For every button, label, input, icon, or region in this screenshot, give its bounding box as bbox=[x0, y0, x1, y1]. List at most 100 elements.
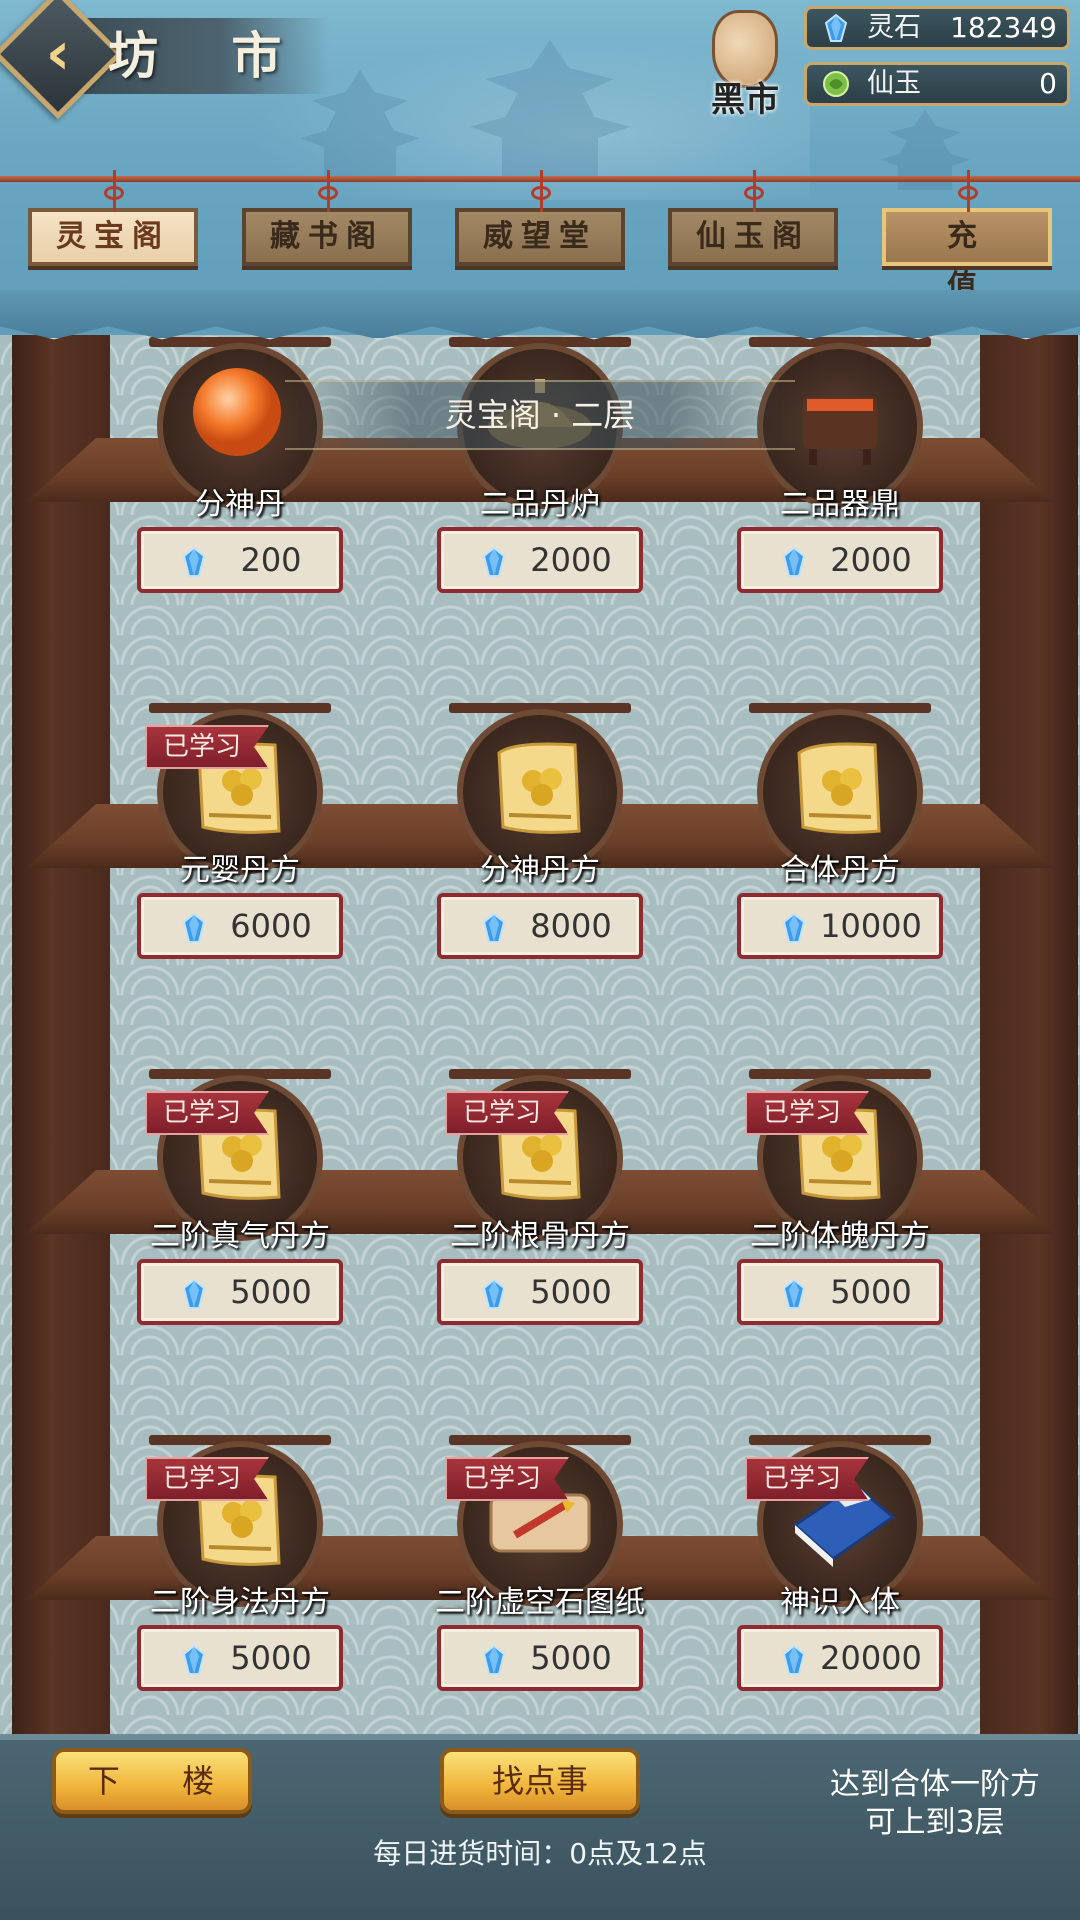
currency-name: 仙玉 bbox=[867, 68, 921, 99]
item-price: 5000 bbox=[530, 1273, 612, 1311]
cabinet-side-right bbox=[980, 335, 1078, 1735]
currency-jade[interactable]: 仙玉 0 bbox=[804, 62, 1070, 106]
item-price: 5000 bbox=[230, 1639, 312, 1677]
price-tag: 6000 bbox=[137, 893, 343, 959]
shop-item[interactable]: 分神丹方 8000 bbox=[437, 703, 643, 959]
crystal-price-icon bbox=[181, 1278, 207, 1309]
tab-jade-shop[interactable]: 仙玉阁 bbox=[668, 170, 838, 266]
tab-knot bbox=[744, 186, 764, 200]
next-floor-hint: 达到合体一阶方可上到3层 bbox=[830, 1767, 1040, 1840]
cabinet-side-left bbox=[12, 335, 110, 1735]
blue-crystal-icon bbox=[482, 912, 506, 943]
price-tag: 8000 bbox=[437, 893, 643, 959]
shop-item[interactable]: 分神丹 200 bbox=[137, 337, 343, 593]
price-tag: 200 bbox=[137, 527, 343, 593]
crystal-price-icon bbox=[181, 912, 207, 943]
crystal-price-icon bbox=[481, 912, 507, 943]
item-name: 分神丹 bbox=[195, 487, 285, 522]
learned-badge: 已学习 bbox=[145, 725, 269, 769]
green-jade-icon bbox=[823, 71, 849, 97]
item-name: 分神丹方 bbox=[480, 853, 600, 888]
item-name: 神识入体 bbox=[780, 1585, 900, 1620]
tab-label: 藏书阁 bbox=[270, 219, 384, 254]
blue-crystal-icon bbox=[182, 546, 206, 577]
tab-label: 仙玉阁 bbox=[696, 219, 810, 254]
blue-crystal-icon bbox=[824, 13, 848, 42]
price-tag: 5000 bbox=[737, 1259, 943, 1325]
currency-spirit-stone[interactable]: 灵石 182349 bbox=[804, 6, 1070, 50]
learned-badge: 已学习 bbox=[445, 1457, 569, 1501]
find-task-button[interactable]: 找点事 bbox=[440, 1748, 640, 1814]
blue-crystal-icon bbox=[182, 1278, 206, 1309]
scroll-icon bbox=[475, 723, 605, 853]
currency-value: 0 bbox=[1039, 67, 1057, 100]
item-price: 10000 bbox=[820, 907, 922, 945]
chevron-left-icon: ‹ bbox=[45, 18, 71, 89]
price-tag: 5000 bbox=[437, 1625, 643, 1691]
blue-crystal-icon bbox=[782, 912, 806, 943]
price-tag: 2000 bbox=[737, 527, 943, 593]
learned-badge: 已学习 bbox=[445, 1091, 569, 1135]
price-tag: 20000 bbox=[737, 1625, 943, 1691]
learned-badge: 已学习 bbox=[145, 1091, 269, 1135]
price-tag: 2000 bbox=[437, 527, 643, 593]
shop-item[interactable]: 二品器鼎 2000 bbox=[737, 337, 943, 593]
item-price: 6000 bbox=[230, 907, 312, 945]
tab-knot bbox=[104, 186, 124, 200]
item-name: 二阶虚空石图纸 bbox=[435, 1585, 645, 1620]
blue-crystal-icon bbox=[482, 546, 506, 577]
item-price: 2000 bbox=[830, 541, 912, 579]
crystal-price-icon bbox=[781, 1644, 807, 1675]
shop-item[interactable]: 合体丹方 10000 bbox=[737, 703, 943, 959]
tab-lingbao[interactable]: 灵宝阁 bbox=[28, 170, 198, 266]
item-price: 5000 bbox=[830, 1273, 912, 1311]
blue-crystal-icon bbox=[482, 1278, 506, 1309]
item-name: 二品器鼎 bbox=[780, 487, 900, 522]
item-name: 二品丹炉 bbox=[480, 487, 600, 522]
item-price: 2000 bbox=[530, 541, 612, 579]
price-tag: 5000 bbox=[137, 1259, 343, 1325]
item-name: 元婴丹方 bbox=[180, 853, 300, 888]
blue-crystal-icon bbox=[782, 1278, 806, 1309]
blue-crystal-icon bbox=[782, 1644, 806, 1675]
tab-library[interactable]: 藏书阁 bbox=[242, 170, 412, 266]
crystal-price-icon bbox=[781, 546, 807, 577]
crystal-price-icon bbox=[481, 546, 507, 577]
shop-item[interactable]: 已学习二阶体魄丹方 5000 bbox=[737, 1069, 943, 1325]
item-price: 20000 bbox=[820, 1639, 922, 1677]
blue-crystal-icon bbox=[782, 546, 806, 577]
shop-item[interactable]: 已学习二阶虚空石图纸 5000 bbox=[435, 1435, 645, 1691]
black-market-button[interactable]: 黑市 bbox=[700, 10, 790, 130]
tab-recharge[interactable]: 充 值 bbox=[882, 170, 1052, 304]
page-title: 坊 市 bbox=[108, 26, 310, 85]
item-price: 8000 bbox=[530, 907, 612, 945]
shop-item[interactable]: 二品丹炉 2000 bbox=[437, 337, 643, 593]
learned-badge: 已学习 bbox=[745, 1457, 869, 1501]
price-tag: 5000 bbox=[137, 1625, 343, 1691]
crystal-price-icon bbox=[181, 546, 207, 577]
shop-item[interactable]: 已学习 二阶真气丹方 5000 bbox=[137, 1069, 343, 1325]
item-name: 二阶体魄丹方 bbox=[750, 1219, 930, 1254]
shop-item[interactable]: 已学习二阶身法丹方 5000 bbox=[137, 1435, 343, 1691]
go-downstairs-button[interactable]: 下 楼 bbox=[52, 1748, 252, 1814]
shop-item[interactable]: 已学习元婴丹方 6000 bbox=[137, 703, 343, 959]
crystal-price-icon bbox=[181, 1644, 207, 1675]
tab-label: 威望堂 bbox=[483, 219, 597, 254]
crystal-price-icon bbox=[481, 1278, 507, 1309]
tab-knot bbox=[318, 186, 338, 200]
tab-prestige[interactable]: 威望堂 bbox=[455, 170, 625, 266]
price-tag: 10000 bbox=[737, 893, 943, 959]
blue-crystal-icon bbox=[182, 1644, 206, 1675]
learned-badge: 已学习 bbox=[145, 1457, 269, 1501]
learned-badge: 已学习 bbox=[745, 1091, 869, 1135]
black-market-label: 黑市 bbox=[711, 80, 779, 120]
tab-knot bbox=[531, 186, 551, 200]
tab-label: 灵宝阁 bbox=[56, 219, 170, 254]
shop-item[interactable]: 已学习二阶根骨丹方 5000 bbox=[437, 1069, 643, 1325]
item-name: 二阶根骨丹方 bbox=[450, 1219, 630, 1254]
item-price: 200 bbox=[240, 541, 302, 579]
item-price: 5000 bbox=[230, 1273, 312, 1311]
scroll-icon bbox=[775, 723, 905, 853]
item-name: 二阶身法丹方 bbox=[150, 1585, 330, 1620]
shop-item[interactable]: 已学习神识入体 20000 bbox=[737, 1435, 943, 1691]
